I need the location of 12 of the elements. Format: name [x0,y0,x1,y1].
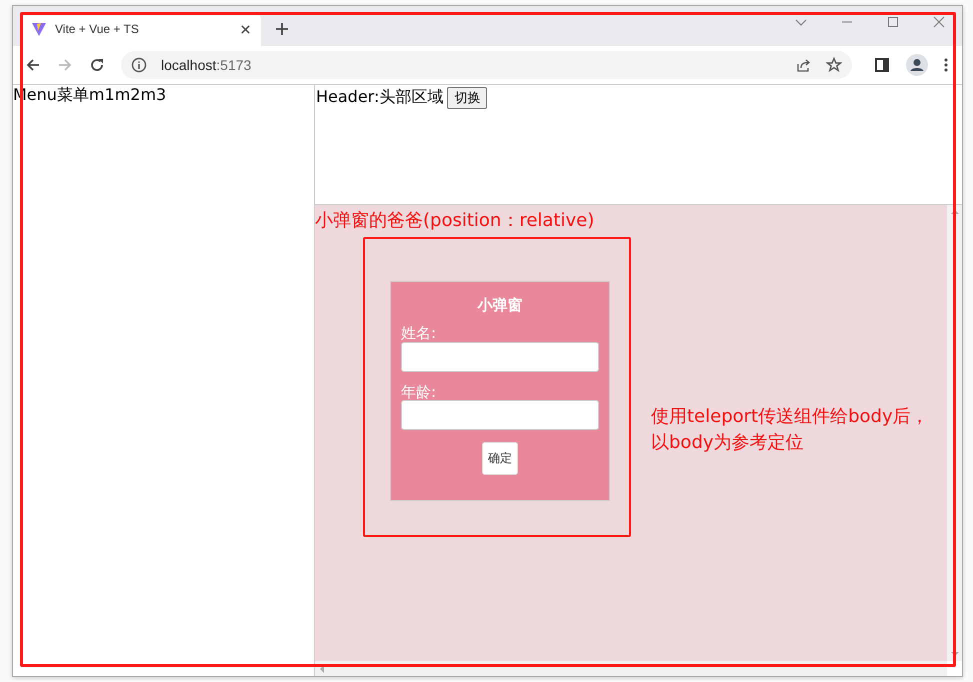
field-label: 姓名: [401,325,438,342]
note-text: 使用teleport传送组件给body后，以body为参考定位 [651,405,930,456]
field-label: 年龄: [401,384,438,400]
toggle-button[interactable]: 切换 [447,87,488,109]
address-bar[interactable]: localhost:5173 [121,51,852,79]
confirm-button[interactable]: 确定 [482,442,518,475]
tab-title: Vite + Vue + TS [55,22,140,36]
parent-label: 小弹窗的爸爸(position：relative) [315,209,594,232]
header-text: Header:头部区域 [316,87,444,108]
popup-title: 小弹窗 [476,296,524,315]
browser-tab[interactable]: Vite + Vue + TS [21,12,261,46]
url-text: localhost:5173 [161,57,252,73]
